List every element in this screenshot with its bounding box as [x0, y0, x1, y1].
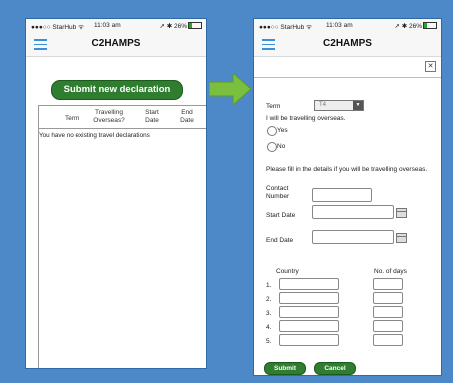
carrier-label: ●●●○○ StarHub ᯤ [259, 24, 313, 31]
start-date-label: Start Date [266, 212, 296, 219]
nav-bar: C2HAMPS [26, 32, 206, 57]
declarations-table: Term Travelling Overseas? Start Date End… [38, 105, 206, 368]
column-header-start-date: Start Date [145, 109, 159, 124]
battery-status: ➚ ✱ 26% [394, 22, 437, 30]
close-icon[interactable]: ✕ [425, 61, 436, 72]
row-number: 4. [266, 324, 272, 331]
country-input[interactable] [279, 278, 339, 290]
radio-yes[interactable] [267, 126, 277, 136]
row-number: 2. [266, 296, 272, 303]
end-date-input[interactable] [312, 230, 394, 244]
phone-screen-right: ●●●○○ StarHub ᯤ 11:03 am ➚ ✱ 26% C2HAMPS… [253, 18, 442, 376]
empty-table-message: You have no existing travel declarations [39, 132, 150, 139]
nav-bar: C2HAMPS [254, 32, 441, 57]
battery-status: ➚ ✱ 26% [159, 22, 202, 30]
battery-label: ➚ ✱ 26% [159, 23, 187, 30]
days-column-header: No. of days [374, 268, 407, 275]
contact-number-input[interactable] [312, 188, 372, 202]
days-input[interactable] [373, 292, 403, 304]
column-header-travelling: Travelling Overseas? [93, 109, 125, 124]
days-input[interactable] [373, 306, 403, 318]
chevron-down-icon: ▼ [353, 101, 363, 110]
app-title: C2HAMPS [91, 38, 141, 49]
term-select[interactable]: T4 ▼ [314, 100, 364, 111]
country-column-header: Country [276, 268, 299, 275]
clock-label: 11:03 am [326, 22, 353, 29]
cancel-button[interactable]: Cancel [314, 362, 356, 375]
calendar-icon[interactable] [396, 208, 407, 218]
calendar-icon[interactable] [396, 233, 407, 243]
country-input[interactable] [279, 320, 339, 332]
term-label: Term [266, 103, 281, 110]
country-input[interactable] [279, 334, 339, 346]
radio-no[interactable] [267, 142, 277, 152]
row-number: 3. [266, 310, 272, 317]
modal-header: ✕ [254, 57, 441, 78]
instructions-text: Please fill in the details if you will b… [266, 166, 428, 173]
status-bar: ●●●○○ StarHub ᯤ 11:03 am ➚ ✱ 26% [254, 19, 441, 32]
clock-label: 11:03 am [94, 22, 121, 29]
status-bar: ●●●○○ StarHub ᯤ 11:03 am ➚ ✱ 26% [26, 19, 206, 32]
battery-icon [188, 22, 202, 29]
country-input[interactable] [279, 306, 339, 318]
battery-icon [423, 22, 437, 29]
contact-number-label: Contact Number [266, 185, 290, 200]
travel-question: I will be travelling overseas. [266, 115, 346, 122]
app-title: C2HAMPS [323, 38, 372, 49]
right-arrow-icon [209, 73, 251, 105]
country-input[interactable] [279, 292, 339, 304]
phone-screen-left: ●●●○○ StarHub ᯤ 11:03 am ➚ ✱ 26% C2HAMPS… [25, 18, 207, 369]
start-date-input[interactable] [312, 205, 394, 219]
carrier-label: ●●●○○ StarHub ᯤ [31, 24, 85, 31]
days-input[interactable] [373, 320, 403, 332]
term-select-value: T4 [319, 102, 327, 108]
battery-label: ➚ ✱ 26% [394, 23, 422, 30]
end-date-label: End Date [266, 237, 294, 244]
column-header-end-date: End Date [180, 109, 194, 124]
radio-no-label: No [277, 143, 286, 150]
table-header-row: Term Travelling Overseas? Start Date End… [39, 106, 206, 129]
submit-new-declaration-button[interactable]: Submit new declaration [51, 80, 183, 100]
submit-button[interactable]: Submit [264, 362, 306, 375]
row-number: 5. [266, 338, 272, 345]
radio-yes-label: Yes [277, 127, 288, 134]
days-input[interactable] [373, 278, 403, 290]
row-number: 1. [266, 282, 272, 289]
days-input[interactable] [373, 334, 403, 346]
column-header-term: Term [65, 115, 80, 122]
